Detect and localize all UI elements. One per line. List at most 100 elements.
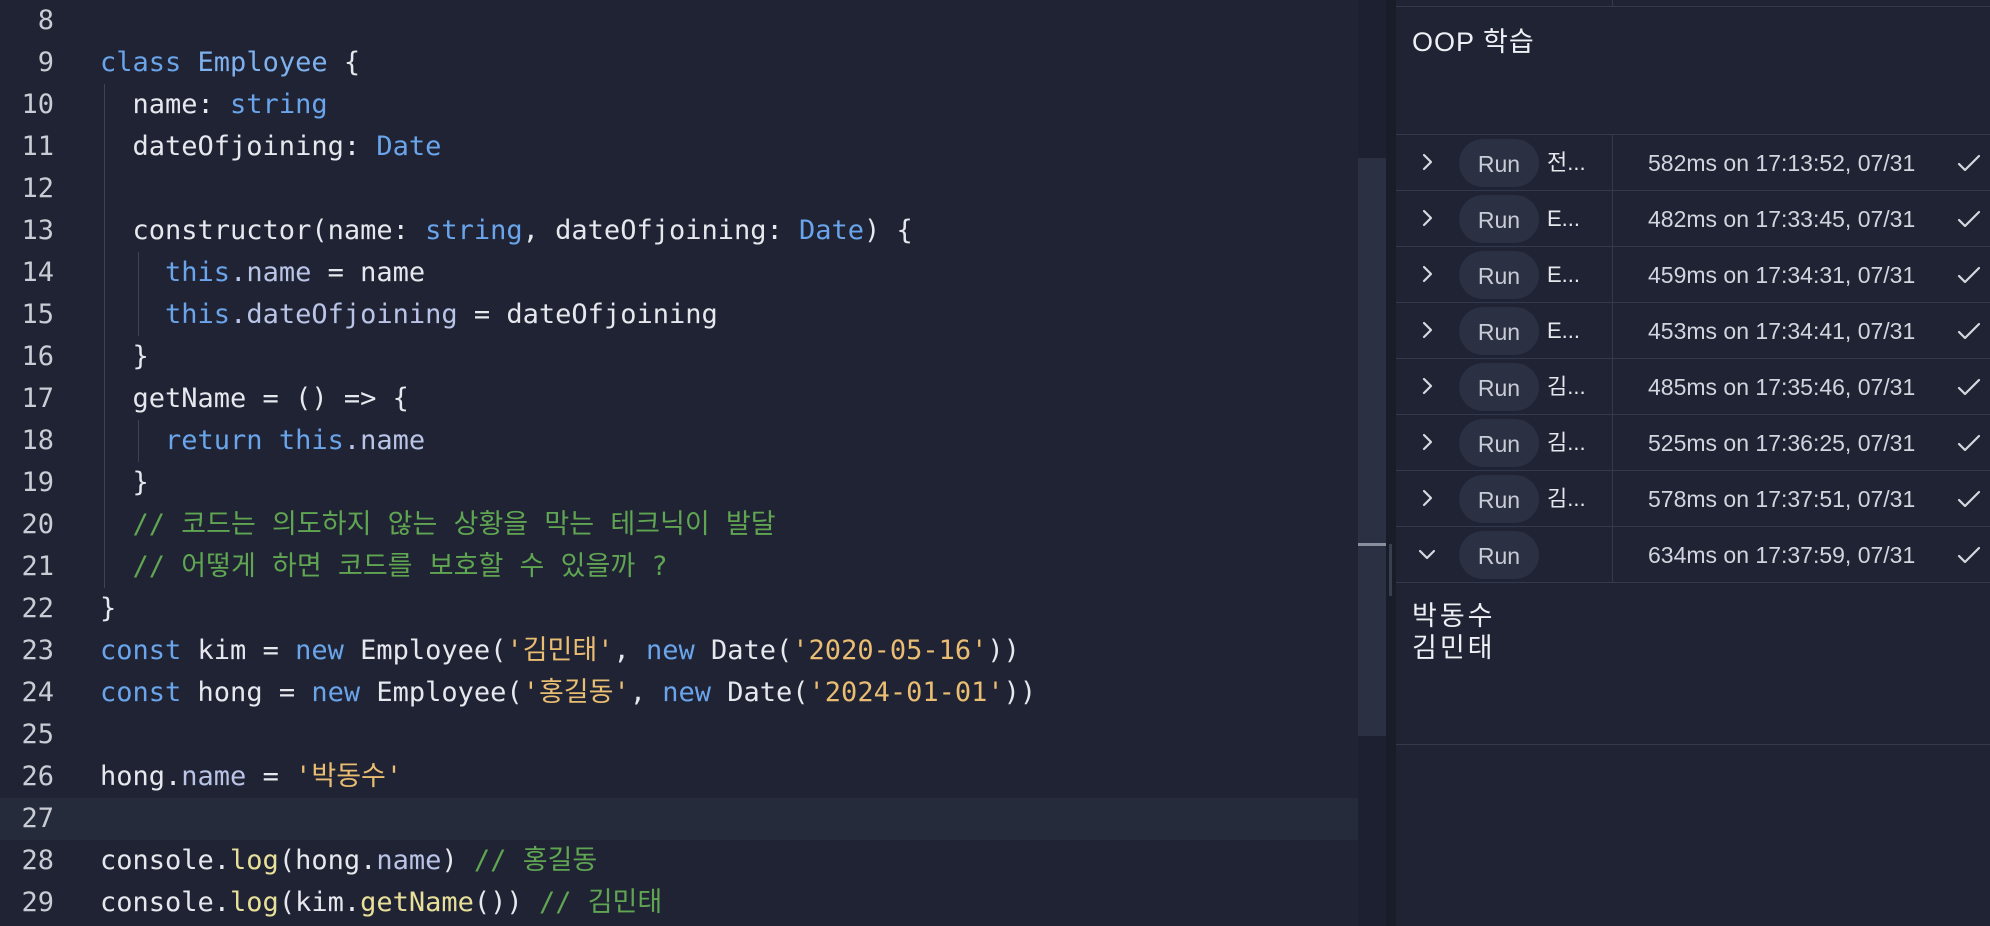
line-number: 25 [21,719,54,750]
code-line[interactable]: 27 [0,798,1358,840]
checkmark-icon [1957,434,1981,452]
code-token: Employee [197,47,328,78]
indent-guide [138,252,139,336]
run-history-row[interactable]: Run E... 453ms on 17:34:41, 07/31 [1396,302,1990,359]
line-number: 18 [21,425,54,456]
line-number: 24 [21,677,54,708]
code-token: '박동수' [295,761,403,792]
code-text: this.dateOfjoining = dateOfjoining [100,294,718,336]
code-line[interactable]: 20 // 코드는 의도하지 않는 상황을 막는 테크닉이 발달 [0,504,1358,546]
code-line[interactable]: 23 const kim = new Employee('김민태', new Da… [0,630,1358,672]
checkmark-icon [1957,322,1981,340]
panel-top-divider [1396,6,1990,7]
code-line[interactable]: 13 constructor(name: string, dateOfjoini… [0,210,1358,252]
code-text: // 코드는 의도하지 않는 상황을 막는 테크닉이 발달 [100,504,776,546]
run-history-row[interactable]: Run 김... 485ms on 17:35:46, 07/31 [1396,358,1990,415]
chevron-right-icon[interactable] [1414,429,1440,455]
line-number: 28 [21,845,54,876]
code-token: hong = [197,677,312,708]
code-token: Date( [727,677,809,708]
chevron-down-icon[interactable] [1414,541,1440,567]
line-number: 15 [21,299,54,330]
run-button[interactable]: Run [1459,139,1539,187]
run-name: E... [1547,206,1581,231]
chevron-right-icon[interactable] [1414,205,1440,231]
pane-splitter[interactable] [1386,0,1396,926]
run-history-row[interactable]: Run E... 482ms on 17:33:45, 07/31 [1396,190,1990,247]
run-button[interactable]: Run [1459,251,1539,299]
chevron-right-icon[interactable] [1414,317,1440,343]
code-line[interactable]: 26 hong.name = '박동수' [0,756,1358,798]
code-editor[interactable]: 8 9 class Employee {10 name: string 11 date… [0,0,1358,926]
code-token: , dateOfjoining: [522,215,799,246]
line-number: 20 [21,509,54,540]
code-token: '홍길동' [522,677,630,708]
run-button[interactable]: Run [1459,363,1539,411]
code-token: return this [165,425,344,456]
code-token: name [181,761,247,792]
code-line[interactable]: 10 name: string [0,84,1358,126]
line-number: 13 [21,215,54,246]
code-token: log [230,887,279,918]
code-line[interactable]: 25 [0,714,1358,756]
code-text: hong.name = '박동수' [100,756,402,798]
chevron-right-icon[interactable] [1414,149,1440,175]
code-token: = name [311,257,426,288]
code-token: )) [1003,677,1037,708]
run-history-row[interactable]: Run 김... 525ms on 17:36:25, 07/31 [1396,414,1990,471]
code-token: // 코드는 의도하지 않는 상황을 막는 테크닉이 발달 [100,509,776,540]
run-button[interactable]: Run [1459,475,1539,523]
code-line[interactable]: 8 [0,0,1358,42]
code-line[interactable]: 28 console.log(hong.name) // 홍길동 [0,840,1358,882]
code-token: .name [230,257,312,288]
line-number: 29 [21,887,54,918]
code-token: .dateOfjoining [230,299,458,330]
code-line[interactable]: 11 dateOfjoining: Date [0,126,1358,168]
code-line[interactable]: 21 // 어떻게 하면 코드를 보호할 수 있을까 ? [0,546,1358,588]
chevron-right-icon[interactable] [1414,261,1440,287]
code-line[interactable]: 18 return this.name [0,420,1358,462]
row-divider [1612,247,1613,303]
code-token: name: [100,89,231,120]
chevron-right-icon[interactable] [1414,485,1440,511]
run-name: 김... [1547,374,1586,399]
code-line[interactable]: 17 getName = () => { [0,378,1358,420]
run-button[interactable]: Run [1459,531,1539,579]
code-text: console.log(kim.getName()) // 김민태 [100,882,662,924]
code-text: const kim = new Employee('김민태', new Date… [100,630,1020,672]
row-divider [1612,359,1613,415]
code-line[interactable]: 12 [0,168,1358,210]
run-history-row[interactable]: Run 634ms on 17:37:59, 07/31 [1396,526,1990,583]
code-line[interactable]: 19 } [0,462,1358,504]
code-token: console. [100,845,231,876]
code-text: this.name = name [100,252,425,294]
code-line[interactable]: 24 const hong = new Employee('홍길동', new D… [0,672,1358,714]
chevron-right-icon[interactable] [1414,373,1440,399]
code-line[interactable]: 16 } [0,336,1358,378]
row-divider [1612,135,1613,191]
run-timing: 482ms on 17:33:45, 07/31 [1648,206,1916,232]
console-output: 박동수 김민태 [1412,600,1496,664]
code-token: = [246,761,296,792]
run-button[interactable]: Run [1459,419,1539,467]
code-line[interactable]: 29 console.log(kim.getName()) // 김민태 [0,882,1358,924]
code-token: const [100,635,198,666]
run-button[interactable]: Run [1459,195,1539,243]
run-history-row[interactable]: Run 김... 578ms on 17:37:51, 07/31 [1396,470,1990,527]
run-timing: 582ms on 17:13:52, 07/31 [1648,150,1916,176]
code-line[interactable]: 22} [0,588,1358,630]
code-token: { [327,47,361,78]
line-number: 23 [21,635,54,666]
line-number: 14 [21,257,54,288]
code-token: } [100,593,117,624]
run-button[interactable]: Run [1459,307,1539,355]
run-history-row[interactable]: Run 전... 582ms on 17:13:52, 07/31 [1396,134,1990,191]
editor-scrollbar-thumb[interactable] [1358,158,1386,736]
code-line[interactable]: 9 class Employee { [0,42,1358,84]
checkmark-icon [1957,546,1981,564]
run-history-row[interactable]: Run E... 459ms on 17:34:31, 07/31 [1396,246,1990,303]
code-line[interactable]: 14 this.name = name [0,252,1358,294]
scrollbar-position-marker [1358,543,1386,546]
pane-splitter-grip[interactable] [1389,544,1392,596]
code-line[interactable]: 15 this.dateOfjoining = dateOfjoining [0,294,1358,336]
